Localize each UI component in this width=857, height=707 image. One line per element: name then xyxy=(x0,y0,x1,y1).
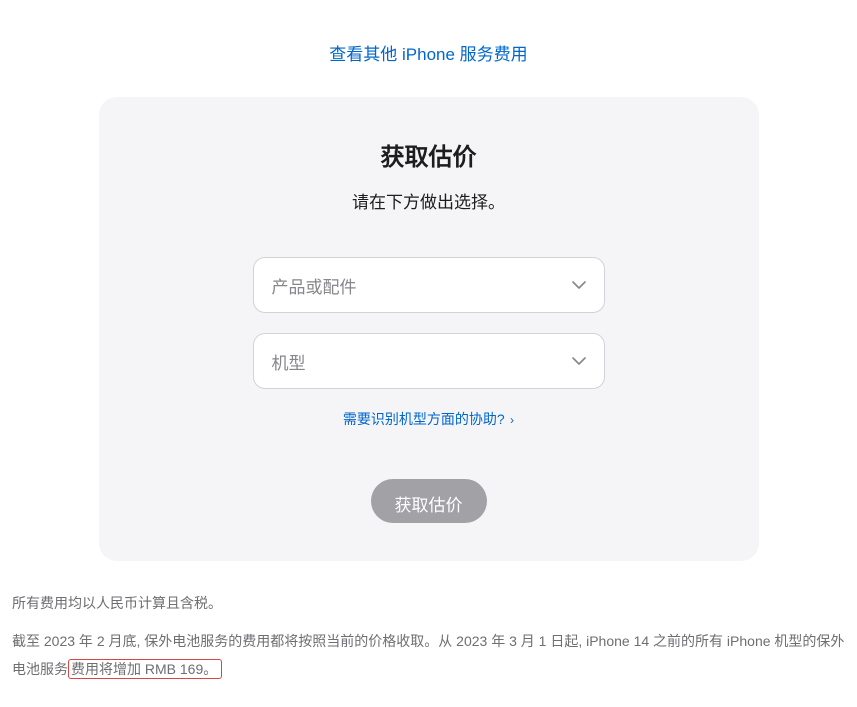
model-select-placeholder: 机型 xyxy=(272,349,306,374)
card-subtitle: 请在下方做出选择。 xyxy=(139,188,719,213)
other-service-fees-link[interactable]: 查看其他 iPhone 服务费用 xyxy=(329,45,527,64)
estimate-card: 获取估价 请在下方做出选择。 产品或配件 机型 需要识别机型方面的协助? › xyxy=(99,97,759,561)
footer-notes: 所有费用均以人民币计算且含税。 截至 2023 年 2 月底, 保外电池服务的费… xyxy=(10,585,847,697)
model-select[interactable]: 机型 xyxy=(253,333,605,389)
card-title: 获取估价 xyxy=(139,137,719,172)
product-select-placeholder: 产品或配件 xyxy=(272,273,357,298)
footer-line-2: 截至 2023 年 2 月底, 保外电池服务的费用都将按照当前的价格收取。从 2… xyxy=(12,627,845,683)
top-link-wrap: 查看其他 iPhone 服务费用 xyxy=(10,10,847,85)
product-select-wrap: 产品或配件 xyxy=(253,257,605,313)
price-increase-highlight: 费用将增加 RMB 169。 xyxy=(68,659,222,679)
product-select[interactable]: 产品或配件 xyxy=(253,257,605,313)
help-link-text: 需要识别机型方面的协助? xyxy=(343,411,505,427)
identify-model-help-link[interactable]: 需要识别机型方面的协助? › xyxy=(343,411,514,427)
footer-line-1: 所有费用均以人民币计算且含税。 xyxy=(12,589,845,617)
help-link-wrap: 需要识别机型方面的协助? › xyxy=(139,409,719,429)
chevron-right-icon: › xyxy=(507,413,514,427)
chevron-down-icon xyxy=(572,357,586,365)
get-estimate-button[interactable]: 获取估价 xyxy=(371,479,487,523)
model-select-wrap: 机型 xyxy=(253,333,605,389)
chevron-down-icon xyxy=(572,281,586,289)
